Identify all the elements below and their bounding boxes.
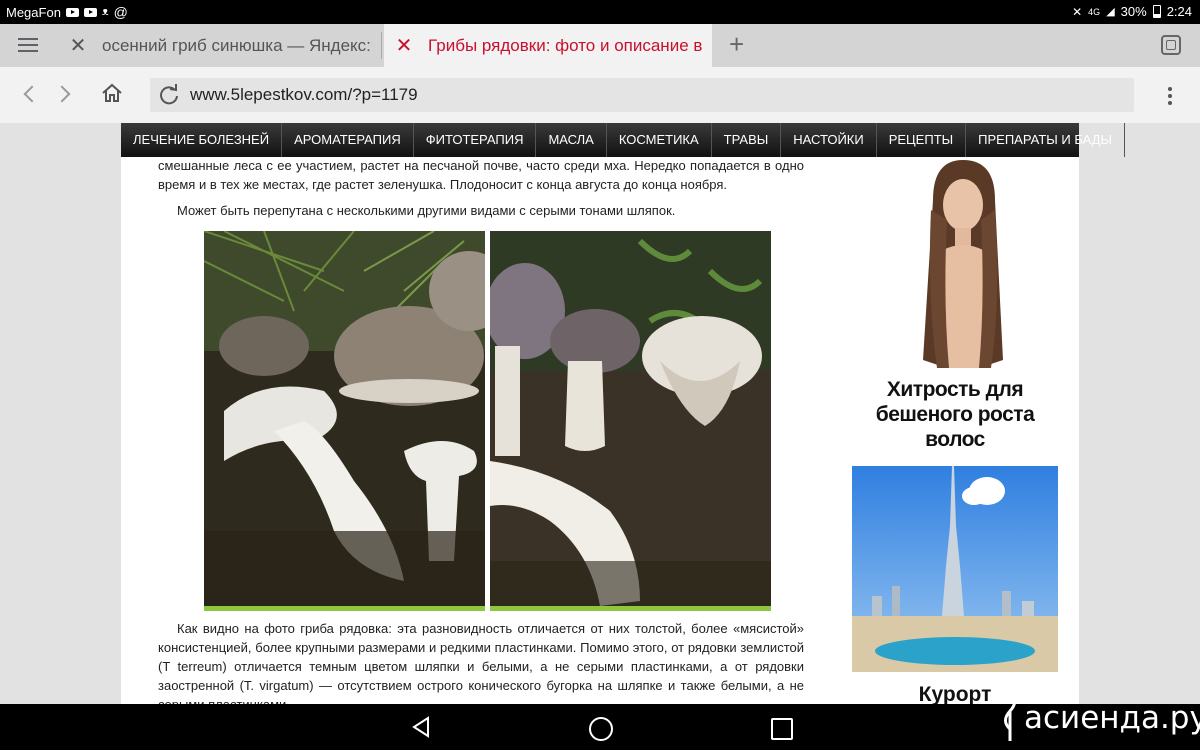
signal-icon: ◢ [1106, 6, 1115, 18]
photo-underline [204, 606, 485, 611]
tab-bar: ✕ осенний гриб синюшка — Яндекс: ✕ Грибы… [0, 24, 1200, 67]
nav-home-icon[interactable] [589, 717, 613, 741]
close-tab-icon[interactable]: ✕ [392, 33, 416, 58]
tab-active[interactable]: ✕ Грибы рядовки: фото и описание в [384, 24, 712, 67]
watermark-logo-icon [1004, 695, 1016, 741]
nav-item-preparaty[interactable]: ПРЕПАРАТЫ И БАДЫ [966, 123, 1125, 157]
address-bar[interactable]: www.5lepestkov.com/?p=1179 [150, 78, 1134, 112]
mute-icon: ✕ [1072, 4, 1083, 19]
tab-divider [381, 32, 382, 59]
web-page[interactable]: ЛЕЧЕНИЕ БОЛЕЗНЕЙ АРОМАТЕРАПИЯ ФИТОТЕРАПИ… [0, 123, 1200, 704]
clock: 2:24 [1166, 4, 1192, 19]
at-icon: @ [113, 4, 128, 20]
tab-inactive[interactable]: ✕ осенний гриб синюшка — Яндекс: [58, 24, 380, 67]
nav-item-lechenie[interactable]: ЛЕЧЕНИЕ БОЛЕЗНЕЙ [121, 123, 283, 157]
article-paragraph: Может быть перепутана с несколькими друг… [177, 203, 676, 218]
photo-underline [490, 606, 771, 611]
ad-image-hair[interactable] [903, 160, 1023, 368]
back-icon[interactable] [22, 85, 41, 103]
forward-icon[interactable] [53, 85, 71, 103]
site-nav: ЛЕЧЕНИЕ БОЛЕЗНЕЙ АРОМАТЕРАПИЯ ФИТОТЕРАПИ… [121, 123, 1125, 157]
more-options-icon[interactable] [1168, 87, 1172, 108]
toolbar: www.5lepestkov.com/?p=1179 [0, 67, 1200, 123]
nav-item-fitoterapiya[interactable]: ФИТОТЕРАПИЯ [414, 123, 537, 157]
home-icon[interactable] [101, 83, 123, 103]
nav-item-masla[interactable]: МАСЛА [536, 123, 607, 157]
watermark-text: асиенда.ру [1024, 700, 1200, 736]
ad-image-dubai[interactable] [852, 466, 1058, 672]
nav-item-travy[interactable]: ТРАВЫ [712, 123, 782, 157]
nav-item-kosmetika[interactable]: КОСМЕТИКА [607, 123, 712, 157]
reload-icon[interactable] [158, 84, 180, 106]
nav-item-nastoyki[interactable]: НАСТОЙКИ [781, 123, 877, 157]
battery-icon [1152, 5, 1161, 18]
tab-title: Грибы рядовки: фото и описание в [428, 35, 703, 55]
mushroom-photo-right [490, 231, 771, 609]
signal-label: 4G [1088, 6, 1101, 17]
article-paragraph: смешанные леса с ее участием, растет на … [158, 158, 804, 192]
nav-item-recepty[interactable]: РЕЦЕПТЫ [877, 123, 967, 157]
close-tab-icon[interactable]: ✕ [66, 33, 90, 58]
ok-icon: ᴥ [101, 6, 109, 18]
carrier-label: MegaFon [6, 4, 61, 20]
menu-icon[interactable] [18, 38, 38, 54]
nav-recents-icon[interactable] [771, 718, 793, 740]
battery-label: 30% [1120, 4, 1147, 19]
ad-title[interactable]: Хитрость для бешеного роста волос [851, 377, 1059, 452]
status-bar: MegaFon ᴥ @ ✕ 4G ◢ 30% 2:24 [0, 0, 1200, 24]
nav-item-aromaterapiya[interactable]: АРОМАТЕРАПИЯ [282, 123, 414, 157]
article-paragraph: Как видно на фото гриба рядовка: эта раз… [158, 621, 804, 704]
youtube-icon [83, 7, 97, 17]
tab-switcher-icon[interactable] [1161, 35, 1181, 55]
new-tab-icon[interactable]: + [729, 29, 744, 60]
mushroom-photo-left [204, 231, 485, 609]
tab-title: осенний гриб синюшка — Яндекс: [102, 35, 371, 55]
youtube-icon [65, 7, 79, 17]
nav-back-icon[interactable] [410, 716, 432, 738]
url-text: www.5lepestkov.com/?p=1179 [190, 85, 418, 104]
